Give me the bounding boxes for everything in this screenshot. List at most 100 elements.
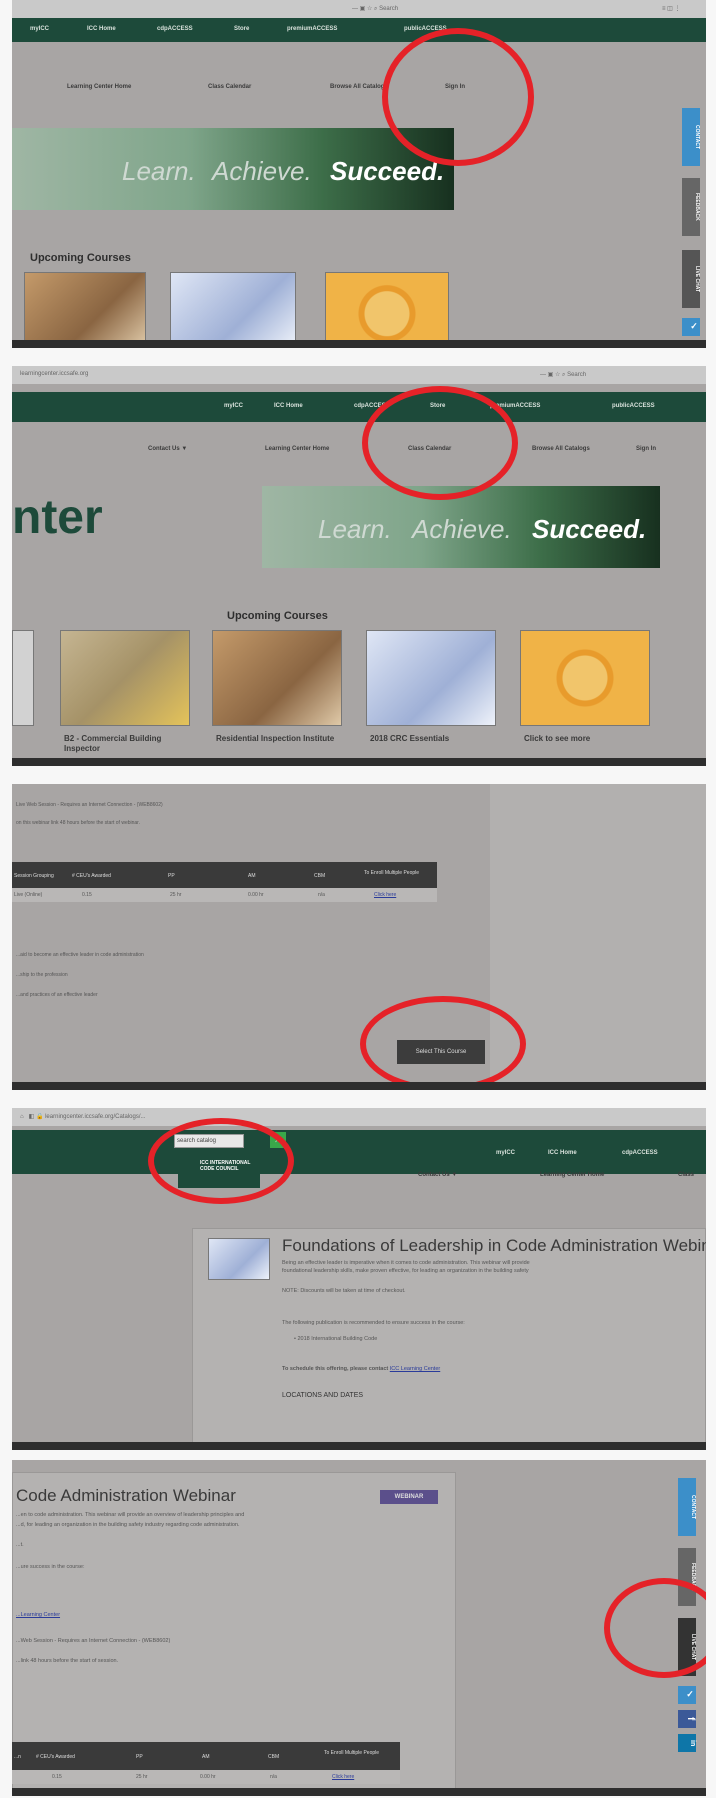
nav-store[interactable]: Store xyxy=(234,26,249,32)
publication-fragment: ...ure success in the course: xyxy=(16,1564,85,1570)
publication-item: • 2018 International Building Code xyxy=(294,1336,378,1342)
nav-myicc[interactable]: myICC xyxy=(224,403,243,409)
subnav-browse-all-catalogs[interactable]: Browse All Catalogs xyxy=(330,84,388,90)
discount-note: NOTE: Discounts will be taken at time of… xyxy=(282,1288,406,1294)
td-am: 0.00 hr xyxy=(248,892,264,898)
th-cbm: CBM xyxy=(314,873,326,879)
brand-title-fragment: nter xyxy=(12,491,103,544)
td-ceus: 0.15 xyxy=(82,892,92,898)
course-thumb-inspector-photo[interactable] xyxy=(24,272,146,340)
objective-line-1: ...aid to become an effective leader in … xyxy=(16,952,144,958)
nav-premiumaccess[interactable]: premiumACCESS xyxy=(287,26,337,32)
subnav-class[interactable]: Class xyxy=(678,1172,694,1178)
th-enroll-multiple: To Enroll Multiple People xyxy=(364,870,420,876)
subnav-sign-in[interactable]: Sign In xyxy=(636,446,656,452)
subnav-learning-center-home[interactable]: Learning Center Home xyxy=(67,84,131,90)
course-thumbnail xyxy=(208,1238,270,1280)
nav-publicaccess[interactable]: publicACCESS xyxy=(612,403,655,409)
webinar-badge: WEBINAR xyxy=(380,1490,438,1504)
session-line: Live Web Session - Requires an Internet … xyxy=(16,802,163,808)
course-caption-crc-essentials[interactable]: 2018 CRC Essentials xyxy=(370,734,490,744)
toolbar-icons[interactable]: — ▣ ☆ ⌕ Search xyxy=(352,5,398,13)
course-caption-see-more[interactable]: Click to see more xyxy=(524,734,644,744)
th-am: AM xyxy=(248,873,256,879)
side-tab-live-chat[interactable]: LIVE CHAT xyxy=(682,250,700,308)
side-tab-feedback[interactable]: FEEDBACK xyxy=(682,178,700,236)
note-line: on this webinar link 48 hours before the… xyxy=(16,820,140,826)
facebook-icon[interactable]: f xyxy=(678,1710,696,1728)
subnav-learning-center-home[interactable]: Learning Center Home xyxy=(540,1172,604,1178)
twitter-icon[interactable]: ✓ xyxy=(682,318,700,336)
toolbar-menu-icons[interactable]: ≡ ◫ ⋮ xyxy=(662,5,681,12)
nav-icc-home[interactable]: ICC Home xyxy=(274,403,303,409)
url-bar[interactable]: learningcenter.iccsafe.org xyxy=(20,371,88,377)
nav-icc-home[interactable]: ICC Home xyxy=(87,26,116,32)
enroll-table-header: Session Grouping # CEU's Awarded PP AM C… xyxy=(12,862,437,888)
course-card-crc-essentials[interactable] xyxy=(366,630,496,726)
course-thumb-arrow[interactable] xyxy=(325,272,449,340)
table-row: 0.15 25 hr 0.00 hr n/a Click here xyxy=(12,1770,400,1784)
side-tab-contact[interactable]: CONTACT xyxy=(682,108,700,166)
hero-succeed: Succeed. xyxy=(532,514,647,544)
screenshot-panel-3: Live Web Session - Requires an Internet … xyxy=(12,784,706,1090)
enroll-table-header: ...n # CEU's Awarded PP AM CBM To Enroll… xyxy=(12,1742,400,1770)
course-title: Foundations of Leadership in Code Admini… xyxy=(282,1236,706,1255)
schedule-prefix: To schedule this offering, please contac… xyxy=(282,1366,390,1372)
course-caption-residential-inspection[interactable]: Residential Inspection Institute xyxy=(216,734,336,744)
th-pp: PP xyxy=(136,1754,143,1760)
upcoming-courses-heading: Upcoming Courses xyxy=(30,252,131,264)
td-ceus: 0.15 xyxy=(52,1774,62,1780)
subnav-browse-all-catalogs[interactable]: Browse All Catalogs xyxy=(532,446,590,452)
th-enroll-multiple: To Enroll Multiple People xyxy=(324,1750,380,1756)
schedule-line: To schedule this offering, please contac… xyxy=(282,1366,440,1372)
twitter-icon[interactable]: ✓ xyxy=(678,1686,696,1704)
nav-myicc[interactable]: myICC xyxy=(496,1150,515,1156)
course-description-2: foundational leadership skills, make pro… xyxy=(282,1268,529,1274)
course-card-see-more[interactable] xyxy=(520,630,650,726)
td-session: Live (Online) xyxy=(14,892,43,898)
linkedin-icon[interactable]: in xyxy=(678,1734,696,1752)
hero-learn: Learn. xyxy=(318,514,392,544)
screenshot-panel-5: Code Administration Webinar WEBINAR ...e… xyxy=(12,1460,706,1796)
td-cbm: n/a xyxy=(270,1774,277,1780)
td-pp: 25 hr xyxy=(136,1774,148,1780)
annotation-circle-sign-in xyxy=(382,28,534,166)
subnav-class-calendar[interactable]: Class Calendar xyxy=(208,84,251,90)
toolbar-icons[interactable]: — ▣ ☆ ⌕ Search xyxy=(540,371,586,379)
browser-toolbar: ⌂ ◧ 🔒 learningcenter.iccsafe.org/Catalog… xyxy=(12,1108,706,1126)
th-ceus: # CEU's Awarded xyxy=(36,1754,75,1760)
nav-myicc[interactable]: myICC xyxy=(30,26,49,32)
subnav-contact-us[interactable]: Contact Us ▼ xyxy=(418,1172,457,1178)
td-enroll-link[interactable]: Click here xyxy=(332,1774,354,1780)
annotation-circle-live-chat xyxy=(604,1578,706,1678)
td-enroll-link[interactable]: Click here xyxy=(374,892,396,898)
session-line: ...Web Session - Requires an Internet Co… xyxy=(16,1638,171,1644)
course-caption-commercial-inspector[interactable]: B2 - Commercial Building Inspector xyxy=(64,734,184,754)
side-tab-contact[interactable]: CONTACT xyxy=(678,1478,696,1536)
subnav-contact-us[interactable]: Contact Us ▼ xyxy=(148,446,187,452)
course-card-residential-inspection[interactable] xyxy=(212,630,342,726)
annotation-circle-search xyxy=(148,1118,294,1204)
course-thumb-blueprints[interactable] xyxy=(170,272,296,340)
nav-cdpaccess[interactable]: cdpACCESS xyxy=(157,26,193,32)
hero-banner: Learn. Achieve. Succeed. xyxy=(262,486,660,568)
upcoming-courses-heading: Upcoming Courses xyxy=(227,610,328,622)
note-fragment: ...t. xyxy=(16,1542,24,1548)
screenshot-panel-2: learningcenter.iccsafe.org — ▣ ☆ ⌕ Searc… xyxy=(12,366,706,766)
th-session-grouping: Session Grouping xyxy=(14,873,54,879)
objective-line-3: ...and practices of an effective leader xyxy=(16,992,98,998)
browser-toolbar: learningcenter.iccsafe.org — ▣ ☆ ⌕ Searc… xyxy=(12,366,706,384)
th-session-grouping: ...n xyxy=(14,1754,21,1760)
learning-center-link[interactable]: ...Learning Center xyxy=(16,1612,60,1618)
hero-achieve: Achieve. xyxy=(412,514,512,544)
nav-cdpaccess[interactable]: cdpACCESS xyxy=(622,1150,658,1156)
url-bar[interactable]: ⌂ ◧ 🔒 learningcenter.iccsafe.org/Catalog… xyxy=(20,1113,146,1120)
nav-icc-home[interactable]: ICC Home xyxy=(548,1150,577,1156)
course-card-commercial-inspector[interactable] xyxy=(60,630,190,726)
schedule-link[interactable]: ICC Learning Center xyxy=(390,1366,440,1372)
course-card-partial[interactable] xyxy=(12,630,34,726)
course-title: Code Administration Webinar xyxy=(16,1486,236,1505)
locations-heading: LOCATIONS AND DATES xyxy=(282,1392,364,1399)
subnav-learning-center-home[interactable]: Learning Center Home xyxy=(265,446,329,452)
hero-achieve: Achieve. xyxy=(212,156,312,186)
